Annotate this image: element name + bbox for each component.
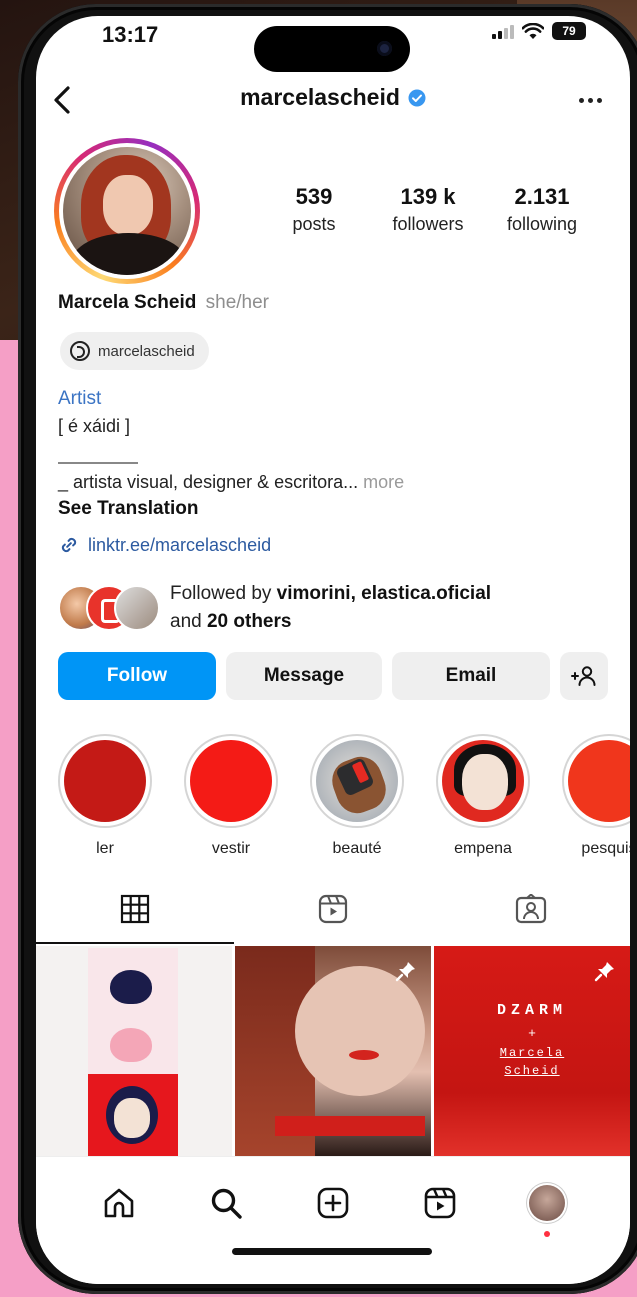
post-thumbnail[interactable]: DZARM + Marcela Scheid: [434, 946, 630, 1156]
nav-profile[interactable]: [525, 1181, 569, 1237]
profile-link[interactable]: linktr.ee/marcelascheid: [58, 534, 271, 556]
profile-name-row: Marcela Scheid she/her: [58, 292, 269, 314]
followed-by-text: Followed by vimorini, elastica.oficial a…: [170, 583, 492, 632]
grid-icon: [120, 894, 150, 924]
highlight-vestir[interactable]: vestir: [184, 734, 278, 858]
link-text: linktr.ee/marcelascheid: [88, 534, 272, 555]
pronouns: she/her: [205, 292, 269, 313]
verified-badge-icon: [408, 89, 426, 106]
profile-avatar-story-ring[interactable]: [54, 138, 200, 284]
highlight-label: beauté: [332, 840, 382, 857]
pin-icon: [594, 962, 614, 982]
nav-reels[interactable]: [418, 1181, 462, 1225]
highlight-ler[interactable]: ler: [58, 734, 152, 858]
suggested-users-button[interactable]: [560, 652, 608, 700]
post-thumbnail[interactable]: [235, 946, 431, 1156]
dynamic-island: [254, 26, 410, 72]
highlight-label: pesquis: [581, 840, 630, 857]
bio-more-link[interactable]: more: [363, 472, 404, 492]
highlight-cover: [64, 740, 146, 822]
profile-category[interactable]: Artist: [58, 388, 101, 410]
reels-icon: [318, 894, 348, 924]
email-button[interactable]: Email: [392, 652, 550, 700]
wifi-icon: [522, 22, 544, 39]
pin-icon: [395, 962, 415, 982]
stat-value: 2.131: [514, 184, 570, 209]
stat-label: posts: [292, 214, 336, 234]
nav-create[interactable]: [311, 1181, 355, 1225]
stat-label: following: [506, 214, 578, 234]
phone-screen: 13:17 79 marcelascheid 539 posts 139 k f…: [36, 16, 630, 1284]
username: marcelascheid: [240, 84, 400, 110]
story-highlights: ler vestir beauté empena pesquis: [58, 734, 630, 858]
search-icon: [211, 1188, 242, 1219]
follow-button[interactable]: Follow: [58, 652, 216, 700]
battery-icon: 79: [552, 22, 586, 40]
see-translation-link[interactable]: See Translation: [58, 498, 198, 520]
link-icon: [61, 537, 77, 553]
bio-line: [ é xáidi ]: [58, 416, 131, 436]
stat-value: 539: [295, 184, 333, 209]
highlight-cover: [442, 740, 524, 822]
message-button[interactable]: Message: [226, 652, 382, 700]
threads-badge[interactable]: marcelascheid: [60, 332, 209, 370]
posts-grid: DZARM + Marcela Scheid: [36, 946, 630, 1156]
status-time: 13:17: [102, 22, 159, 47]
tab-reels[interactable]: [234, 886, 432, 944]
stat-followers[interactable]: 139 k followers: [372, 184, 484, 235]
add-user-icon: [571, 666, 596, 686]
profile-avatar: [63, 147, 191, 275]
full-name: Marcela Scheid: [58, 292, 197, 313]
followed-by-row[interactable]: Followed by vimorini, elastica.oficial a…: [58, 580, 491, 636]
post-text: Scheid: [504, 1064, 560, 1078]
profile-avatar-icon: [528, 1185, 565, 1221]
post-text: Marcela: [499, 1046, 565, 1060]
follower-avatars: [58, 585, 160, 631]
home-indicator[interactable]: [232, 1248, 432, 1255]
tab-posts-grid[interactable]: [36, 886, 234, 944]
highlight-label: vestir: [211, 840, 251, 857]
profile-stats: 539 posts 139 k followers 2.131 followin…: [258, 184, 598, 235]
nav-home[interactable]: [97, 1181, 141, 1225]
highlight-cover: [190, 740, 272, 822]
follower-avatar: [114, 585, 160, 631]
more-options-icon[interactable]: [579, 98, 602, 103]
reels-icon: [424, 1187, 456, 1219]
highlight-cover: [316, 740, 398, 822]
post-thumbnail[interactable]: [36, 946, 232, 1156]
stat-value: 139 k: [400, 184, 456, 209]
signal-icon: [492, 23, 514, 39]
bio-divider: [58, 462, 138, 464]
post-text: +: [528, 1026, 536, 1041]
add-post-icon: [317, 1187, 349, 1219]
highlight-pesquisa[interactable]: pesquis: [562, 734, 630, 858]
tagged-icon: [515, 894, 547, 924]
profile-actions: Follow Message Email: [58, 652, 608, 700]
bottom-navigation: [36, 1156, 630, 1284]
highlight-label: empena: [454, 840, 512, 857]
stat-following[interactable]: 2.131 following: [486, 184, 598, 235]
camera-icon: [377, 41, 392, 56]
home-icon: [105, 1188, 134, 1218]
bio-line: _ artista visual, designer & escritora..…: [58, 472, 404, 493]
stat-posts[interactable]: 539 posts: [258, 184, 370, 235]
highlight-label: ler: [96, 840, 114, 857]
profile-tabs: [36, 886, 630, 944]
status-indicators: 79: [492, 22, 586, 40]
highlight-beaute[interactable]: beauté: [310, 734, 404, 858]
nav-search[interactable]: [204, 1181, 248, 1225]
header-title: marcelascheid: [36, 84, 630, 111]
stat-label: followers: [392, 214, 464, 234]
post-title-text: DZARM: [496, 1002, 567, 1019]
threads-handle: marcelascheid: [98, 342, 195, 360]
tab-tagged[interactable]: [432, 886, 630, 944]
highlight-empena[interactable]: empena: [436, 734, 530, 858]
bio-text: _ artista visual, designer & escritora..…: [58, 472, 359, 492]
highlight-cover: [568, 740, 630, 822]
notification-dot: [543, 1231, 550, 1237]
threads-icon: [70, 341, 90, 361]
